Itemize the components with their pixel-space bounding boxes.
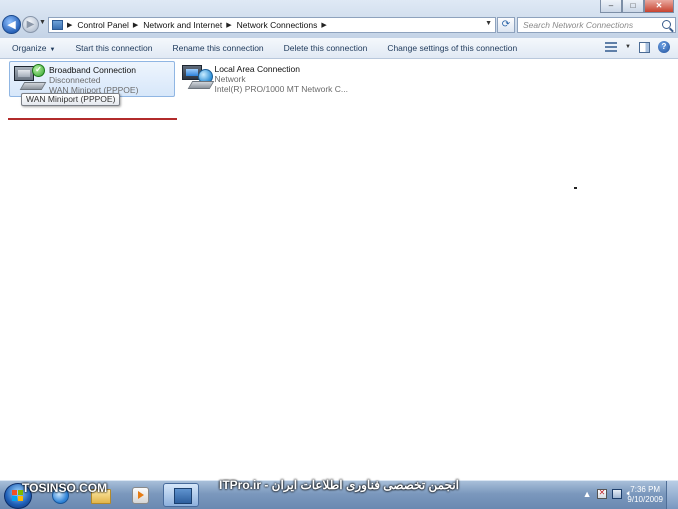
recent-pages-dropdown-icon[interactable]: ▼ [39,19,46,26]
maximize-button[interactable]: □ [622,0,644,13]
back-button[interactable]: ◀ [2,15,21,34]
window-controls: – □ ✕ [600,0,674,13]
chevron-right-icon[interactable]: ▶ [133,21,138,29]
notification-area: ▲ 🔈︎ [583,488,632,499]
address-bar-area: – □ ✕ ◀ ▶ ▼ ▶ Control Panel ▶ Network an… [0,0,678,38]
breadcrumb-network-and-internet[interactable]: Network and Internet [143,20,222,30]
close-button[interactable]: ✕ [644,0,674,13]
clock[interactable]: 7:36 PM 9/10/2009 [627,485,663,505]
device-tooltip: WAN Miniport (PPPOE) [21,93,121,106]
show-hidden-icons-icon[interactable]: ▲ [583,489,592,499]
minimize-button[interactable]: – [600,0,622,13]
connection-device: Intel(R) PRO/1000 MT Network C... [214,84,348,94]
search-placeholder: Search Network Connections [523,20,634,30]
red-underline-annotation [8,118,177,120]
preview-pane-icon[interactable] [639,41,650,53]
taskbar-network-connections[interactable] [163,483,199,507]
watermark-left: TOSINSO.COM [22,481,108,495]
rename-connection-button[interactable]: Rename this connection [162,43,273,53]
breadcrumb-network-connections[interactable]: Network Connections [237,20,318,30]
mouse-cursor-mark [574,187,577,189]
forward-button[interactable]: ▶ [22,16,39,33]
breadcrumb-control-panel[interactable]: Control Panel [77,20,129,30]
broadband-connection-icon: ✓ [12,64,47,94]
check-icon: ✓ [32,64,45,77]
network-connections-window-icon [174,488,192,504]
help-icon[interactable]: ? [658,41,670,53]
connection-status: Network [214,74,246,84]
action-center-flag-icon[interactable] [596,488,607,499]
chevron-right-icon[interactable]: ▶ [321,21,326,29]
connection-name: Broadband Connection [49,65,136,75]
start-connection-button[interactable]: Start this connection [65,43,162,53]
organize-label: Organize [12,43,47,53]
connection-status: Disconnected [49,75,101,85]
chevron-right-icon[interactable]: ▶ [67,21,72,29]
network-tray-icon[interactable] [611,488,622,499]
change-settings-button[interactable]: Change settings of this connection [377,43,527,53]
delete-connection-button[interactable]: Delete this connection [274,43,378,53]
clock-time: 7:36 PM [630,485,661,494]
watermark-center: ITPro.ir - انجمن تخصصی فناوری اطلاعات ای… [219,478,459,492]
connection-name: Local Area Connection [214,64,300,74]
chevron-right-icon[interactable]: ▶ [226,21,231,29]
search-icon[interactable] [662,20,671,29]
clock-date: 9/10/2009 [627,495,663,504]
media-player-icon [132,487,149,504]
organize-menu[interactable]: Organize ▼ [0,43,65,53]
address-dropdown-icon[interactable]: ▼ [485,20,492,27]
connections-list: ✓ Broadband Connection Disconnected WAN … [0,59,678,480]
command-bar: Organize ▼ Start this connection Rename t… [0,38,678,59]
address-box[interactable]: ▶ Control Panel ▶ Network and Internet ▶… [48,17,496,33]
change-view-icon[interactable] [605,42,618,52]
refresh-button[interactable]: ⟳ [497,17,515,33]
show-desktop-button[interactable] [666,481,678,509]
search-input[interactable]: Search Network Connections [517,17,676,33]
view-options-dropdown-icon[interactable]: ▼ [625,44,631,50]
chevron-down-icon: ▼ [49,47,56,53]
connection-item-local-area[interactable]: Local Area Connection Network Intel(R) P… [178,61,348,97]
taskbar-media-player[interactable] [122,483,158,507]
control-panel-icon [52,20,63,30]
connection-item-broadband[interactable]: ✓ Broadband Connection Disconnected WAN … [9,61,175,97]
local-area-connection-icon [180,63,215,93]
